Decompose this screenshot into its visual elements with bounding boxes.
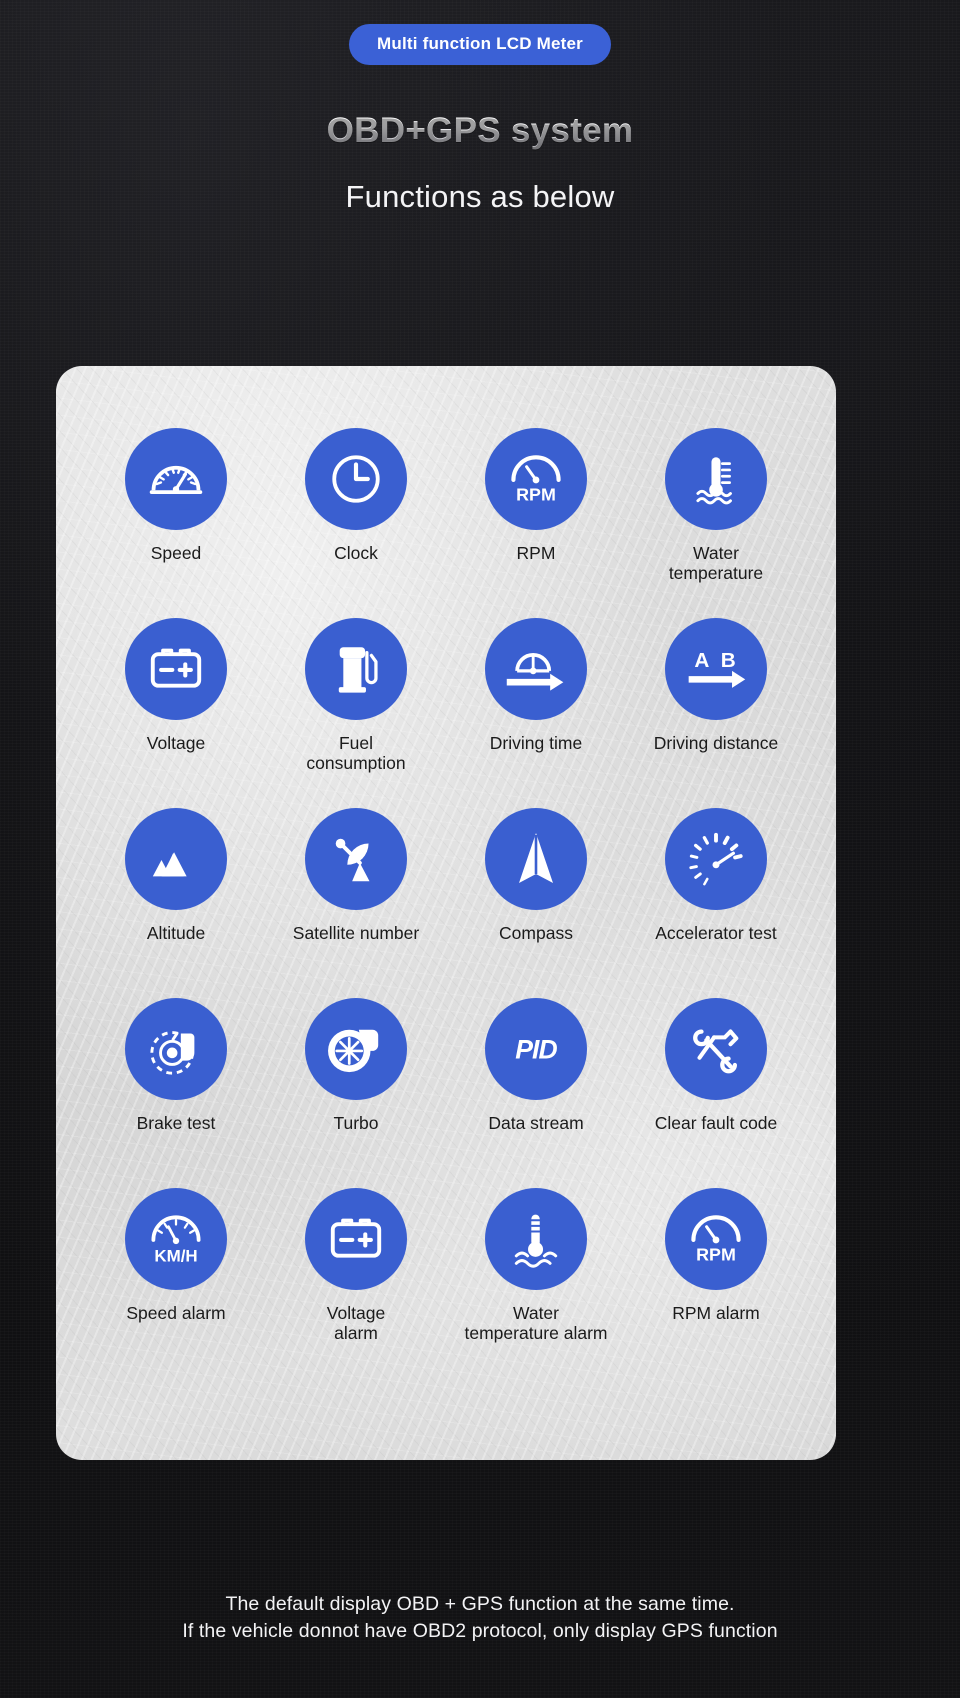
feature-label: Driving distance (653, 733, 779, 753)
gauge-arrow-icon (485, 618, 587, 720)
accelerator-gauge-icon (665, 808, 767, 910)
footer-line-1: The default display OBD + GPS function a… (225, 1592, 735, 1615)
feature-label: Compass (499, 923, 573, 943)
feature-item: Altitude (86, 808, 266, 998)
feature-item: Fuel consumption (266, 618, 446, 808)
feature-item: A B Driving distance (626, 618, 806, 808)
feature-item: RPM RPM (446, 428, 626, 618)
fuel-pump-icon (305, 618, 407, 720)
feature-label: RPM (516, 543, 556, 563)
svg-text:RPM: RPM (696, 1245, 736, 1265)
battery-icon (125, 618, 227, 720)
feature-label: Turbo (333, 1113, 379, 1133)
svg-text:KM/H: KM/H (154, 1247, 197, 1266)
footer-line-2: If the vehicle donnot have OBD2 protocol… (182, 1620, 778, 1643)
feature-item: Clock (266, 428, 446, 618)
compass-needle-icon (485, 808, 587, 910)
features-grid: Speed Clock RPM RPM Water temperature Vo… (56, 366, 836, 1378)
feature-label: Voltage (146, 733, 206, 753)
feature-item: Speed (86, 428, 266, 618)
header: Multi function LCD Meter OBD+GPS system … (0, 0, 960, 215)
satellite-dish-icon (305, 808, 407, 910)
a-to-b-arrow-icon: A B (665, 618, 767, 720)
feature-item: Water temperature alarm (446, 1188, 626, 1378)
mountains-icon (125, 808, 227, 910)
feature-item: Voltage alarm (266, 1188, 446, 1378)
crossed-wrenches-icon (665, 998, 767, 1100)
feature-label: RPM alarm (672, 1303, 760, 1323)
svg-text:B: B (721, 649, 736, 672)
feature-label: Accelerator test (655, 923, 777, 943)
features-card: Speed Clock RPM RPM Water temperature Vo… (56, 366, 836, 1460)
feature-label: Data stream (488, 1113, 584, 1133)
page-title: OBD+GPS system (0, 111, 960, 151)
speedometer-icon (125, 428, 227, 530)
svg-text:RPM: RPM (516, 485, 556, 505)
turbocharger-icon (305, 998, 407, 1100)
feature-label: Speed (150, 543, 202, 563)
feature-item: PID Data stream (446, 998, 626, 1188)
kmh-gauge-icon: KM/H (125, 1188, 227, 1290)
feature-item: Compass (446, 808, 626, 998)
page-subtitle: Functions as below (345, 179, 615, 214)
feature-item: Voltage (86, 618, 266, 808)
feature-label: Satellite number (292, 923, 420, 943)
battery-icon (305, 1188, 407, 1290)
feature-label: Water temperature alarm (464, 1303, 608, 1344)
feature-label: Clock (334, 543, 378, 563)
feature-label: Speed alarm (126, 1303, 226, 1323)
pid-text-icon: PID (485, 998, 587, 1100)
svg-text:A: A (694, 649, 709, 672)
feature-item: Clear fault code (626, 998, 806, 1188)
feature-item: Brake test (86, 998, 266, 1188)
rpm-gauge-icon: RPM (665, 1188, 767, 1290)
water-temperature-icon (485, 1188, 587, 1290)
rpm-gauge-icon: RPM (485, 428, 587, 530)
feature-item: Water temperature (626, 428, 806, 618)
feature-label: Brake test (136, 1113, 216, 1133)
feature-item: Accelerator test (626, 808, 806, 998)
feature-label: Altitude (146, 923, 206, 943)
feature-item: Driving time (446, 618, 626, 808)
feature-item: Satellite number (266, 808, 446, 998)
product-infographic-page: Multi function LCD Meter OBD+GPS system … (0, 0, 960, 1698)
feature-label: Clear fault code (654, 1113, 778, 1133)
svg-text:PID: PID (515, 1034, 557, 1064)
feature-label: Fuel consumption (306, 733, 406, 774)
feature-label: Water temperature (668, 543, 764, 584)
feature-label: Driving time (489, 733, 583, 753)
footer-note: The default display OBD + GPS function a… (0, 1591, 960, 1698)
water-temperature-icon (665, 428, 767, 530)
brake-rotor-icon (125, 998, 227, 1100)
feature-item: KM/H Speed alarm (86, 1188, 266, 1378)
feature-item: Turbo (266, 998, 446, 1188)
feature-label: Voltage alarm (326, 1303, 386, 1344)
feature-item: RPM RPM alarm (626, 1188, 806, 1378)
clock-icon (305, 428, 407, 530)
product-badge: Multi function LCD Meter (349, 24, 611, 65)
